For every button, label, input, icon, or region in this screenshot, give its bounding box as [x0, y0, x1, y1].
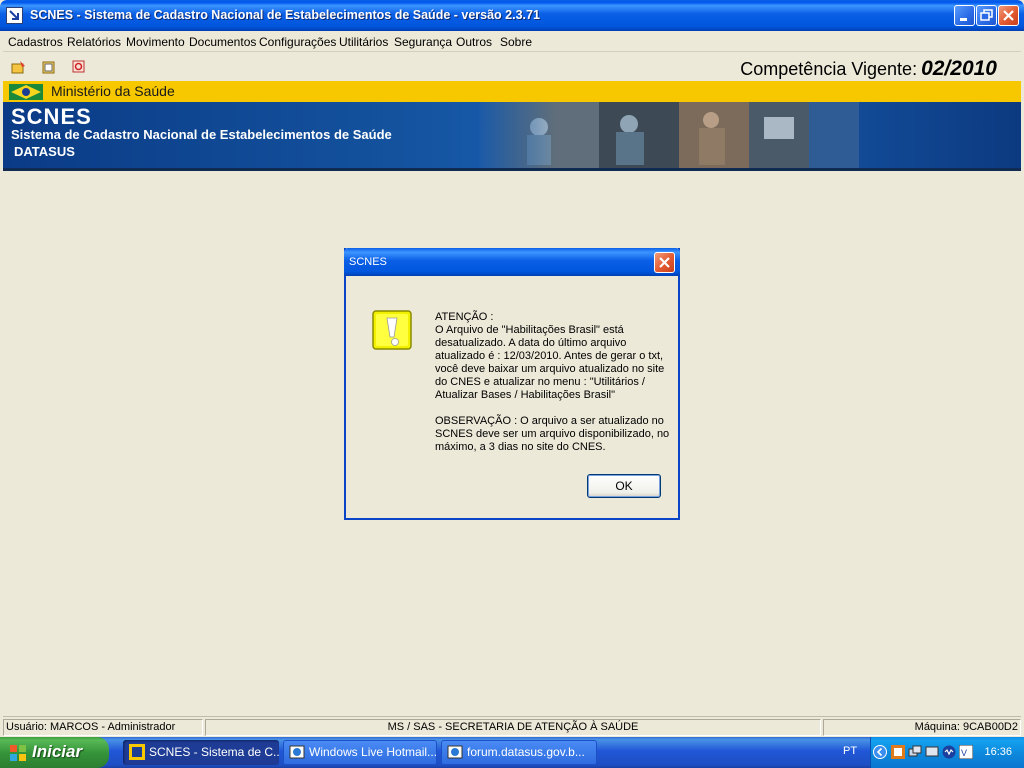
display-icon[interactable] [925, 745, 939, 759]
status-bar: Usuário: MARCOS - Administrador MS / SAS… [3, 716, 1021, 736]
taskbar-item-scnes[interactable]: SCNES - Sistema de C... [123, 740, 279, 765]
competencia-value: 02/2010 [921, 57, 997, 80]
menu-configuracoes[interactable]: Configurações [259, 35, 336, 49]
restore-button[interactable] [976, 5, 997, 26]
dialog-message: ATENÇÃO : O Arquivo de "Habilitações Bra… [435, 311, 670, 453]
taskbar-item-label: Windows Live Hotmail... [309, 745, 437, 759]
competencia-vigente: Competência Vigente: 02/2010 [740, 57, 997, 81]
ministerio-banner: Ministério da Saúde [3, 81, 1021, 102]
open-icon[interactable] [41, 59, 57, 75]
taskbar-item-hotmail[interactable]: Windows Live Hotmail... [283, 740, 437, 765]
brazil-flag-icon [9, 84, 43, 100]
tray-expand-icon[interactable] [873, 745, 887, 759]
menu-utilitarios[interactable]: Utilitários [339, 35, 388, 49]
language-indicator[interactable]: PT [843, 745, 857, 757]
system-tray: V 16:36 [870, 737, 1024, 768]
warning-icon [371, 309, 413, 351]
message-dialog: SCNES ATENÇÃO : O Arquivo de "Habilitaçõ… [344, 248, 680, 520]
menu-bar: Cadastros Relatórios Movimento Documento… [3, 31, 1021, 52]
status-org: MS / SAS - SECRETARIA DE ATENÇÃO À SAÚDE [205, 719, 821, 736]
competencia-label: Competência Vigente: [740, 59, 918, 79]
dialog-title: SCNES [349, 256, 387, 268]
status-user: Usuário: MARCOS - Administrador [3, 719, 203, 736]
surgery-photo-collage [479, 102, 859, 168]
ministerio-label: Ministério da Saúde [51, 83, 175, 99]
start-button[interactable]: Iniciar [0, 737, 109, 768]
taskbar: Iniciar SCNES - Sistema de C... Windows … [0, 737, 1024, 768]
menu-cadastros[interactable]: Cadastros [8, 35, 63, 49]
status-host: Máquina: 9CAB00D2 [823, 719, 1021, 736]
menu-outros[interactable]: Outros [456, 35, 492, 49]
menu-sobre[interactable]: Sobre [500, 35, 532, 49]
vpn-icon[interactable]: V [959, 745, 973, 759]
menu-relatorios[interactable]: Relatórios [67, 35, 121, 49]
clock[interactable]: 16:36 [984, 746, 1012, 758]
close-button[interactable] [998, 5, 1019, 26]
menu-documentos[interactable]: Documentos [189, 35, 256, 49]
menu-seguranca[interactable]: Segurança [394, 35, 452, 49]
title-bar[interactable]: SCNES - Sistema de Cadastro Nacional de … [0, 0, 1024, 31]
windows-logo-icon [10, 745, 26, 761]
menu-movimento[interactable]: Movimento [126, 35, 185, 49]
dialog-title-bar[interactable]: SCNES [344, 248, 680, 276]
ok-button[interactable]: OK [587, 474, 661, 498]
taskbar-item-label: SCNES - Sistema de C... [149, 745, 279, 759]
minimize-button[interactable] [954, 5, 975, 26]
browser-icon [289, 745, 305, 759]
antivirus-icon[interactable] [891, 745, 905, 759]
app-icon[interactable] [6, 7, 23, 24]
browser-icon [447, 745, 463, 759]
scnes-banner: SCNES Sistema de Cadastro Nacional de Es… [3, 102, 1021, 171]
exit-icon[interactable] [71, 59, 87, 75]
taskbar-item-label: forum.datasus.gov.b... [467, 745, 585, 759]
scnes-app-icon [129, 744, 145, 760]
banner-org: DATASUS [14, 144, 75, 159]
start-label: Iniciar [32, 742, 83, 761]
toolbar: Competência Vigente: 02/2010 [3, 53, 1021, 81]
wizard-icon[interactable] [11, 59, 27, 75]
taskbar-item-forum[interactable]: forum.datasus.gov.b... [441, 740, 597, 765]
banner-subtitle: Sistema de Cadastro Nacional de Estabele… [11, 127, 392, 142]
network-icon[interactable] [908, 745, 922, 759]
volume-icon[interactable] [942, 745, 956, 759]
dialog-close-button[interactable] [654, 252, 675, 273]
window-title: SCNES - Sistema de Cadastro Nacional de … [30, 8, 540, 22]
svg-text:V: V [961, 748, 967, 758]
